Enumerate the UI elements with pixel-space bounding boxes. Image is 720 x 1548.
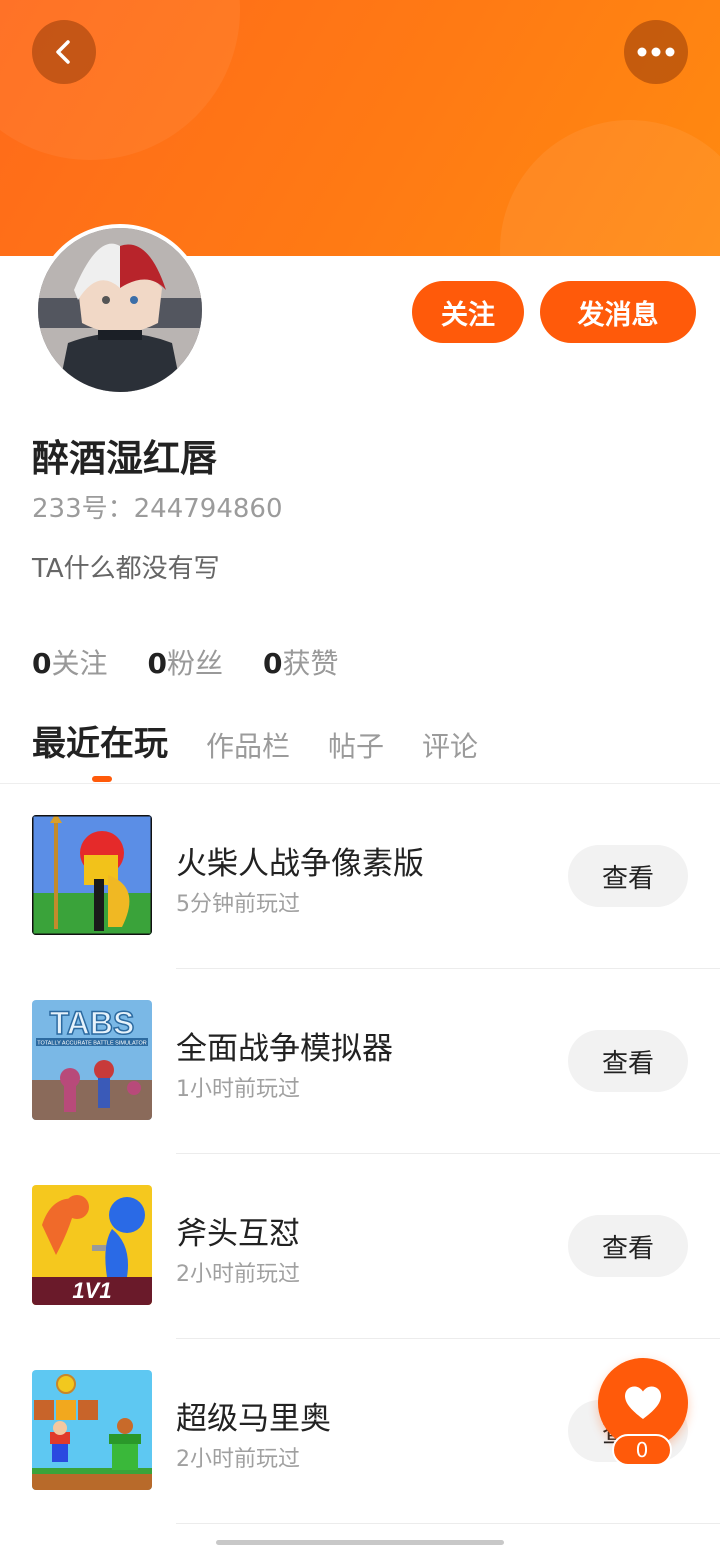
game-name: 斧头互怼 — [176, 1216, 300, 1252]
user-id: 233号：244794860 — [32, 494, 283, 524]
stat-fans[interactable]: 0粉丝 — [148, 642, 224, 682]
view-button[interactable]: 查看 — [568, 845, 688, 907]
list-item[interactable]: 1V1 斧头互怼 2小时前玩过 查看 — [0, 1154, 720, 1339]
stickman-war-thumbnail — [32, 815, 152, 935]
tabs-logo-subtext: TOTALLY ACCURATE BATTLE SIMULATOR — [37, 1041, 147, 1047]
view-button[interactable]: 查看 — [568, 1215, 688, 1277]
stat-following[interactable]: 0关注 — [32, 642, 108, 682]
header-decoration — [0, 0, 240, 160]
game-thumbnail: 1V1 — [32, 1185, 152, 1305]
more-options-button[interactable] — [624, 20, 688, 84]
stat-likes-count: 0 — [263, 647, 283, 680]
axe-1v1-thumbnail: 1V1 — [32, 1185, 152, 1305]
home-indicator[interactable] — [216, 1540, 504, 1545]
tabs-logo-text: TABS — [50, 1005, 135, 1041]
stat-fans-label: 粉丝 — [166, 647, 223, 680]
game-thumbnail: TABS TOTALLY ACCURATE BATTLE SIMULATOR — [32, 1000, 152, 1120]
avatar-illustration — [38, 228, 202, 392]
tab-posts[interactable]: 帖子 — [328, 725, 384, 771]
header-decoration — [500, 120, 720, 256]
user-bio: TA什么都没有写 — [32, 554, 220, 584]
stat-following-count: 0 — [32, 647, 52, 680]
username: 醉酒湿红唇 — [32, 437, 217, 480]
profile-stats: 0关注 0粉丝 0获赞 — [32, 642, 339, 682]
more-dots-icon — [637, 47, 675, 57]
axe-1v1-logo-text: 1V1 — [72, 1278, 111, 1303]
game-last-played: 1小时前玩过 — [176, 1077, 300, 1102]
profile-header-background — [0, 0, 720, 256]
tabs-thumbnail: TABS TOTALLY ACCURATE BATTLE SIMULATOR — [32, 1000, 152, 1120]
stat-fans-count: 0 — [147, 647, 167, 680]
game-name: 火柴人战争像素版 — [176, 846, 424, 882]
send-message-button[interactable]: 发消息 — [540, 281, 696, 343]
tab-recently-played[interactable]: 最近在玩 — [32, 716, 168, 771]
game-thumbnail — [32, 815, 152, 935]
list-item[interactable]: 火柴人战争像素版 5分钟前玩过 查看 — [0, 784, 720, 969]
game-name: 全面战争模拟器 — [176, 1031, 393, 1067]
game-thumbnail — [32, 1370, 152, 1490]
game-last-played: 5分钟前玩过 — [176, 892, 300, 917]
view-button[interactable]: 查看 — [568, 1030, 688, 1092]
game-last-played: 2小时前玩过 — [176, 1447, 300, 1472]
profile-tabs: 最近在玩 作品栏 帖子 评论 — [32, 716, 516, 771]
chevron-left-icon — [56, 40, 70, 64]
back-button[interactable] — [32, 20, 96, 84]
tab-works[interactable]: 作品栏 — [206, 725, 290, 771]
row-divider — [176, 1523, 720, 1524]
follow-button[interactable]: 关注 — [412, 281, 524, 343]
game-name: 超级马里奥 — [176, 1401, 331, 1437]
like-count-badge: 0 — [612, 1434, 672, 1466]
list-item[interactable]: TABS TOTALLY ACCURATE BATTLE SIMULATOR 全… — [0, 969, 720, 1154]
stat-likes[interactable]: 0获赞 — [263, 642, 339, 682]
heart-icon — [625, 1386, 661, 1419]
active-tab-indicator — [92, 776, 112, 782]
stat-likes-label: 获赞 — [282, 647, 339, 680]
user-avatar[interactable] — [34, 224, 206, 396]
tab-comments[interactable]: 评论 — [422, 725, 478, 771]
super-mario-thumbnail — [32, 1370, 152, 1490]
stat-following-label: 关注 — [51, 647, 108, 680]
game-last-played: 2小时前玩过 — [176, 1262, 300, 1287]
